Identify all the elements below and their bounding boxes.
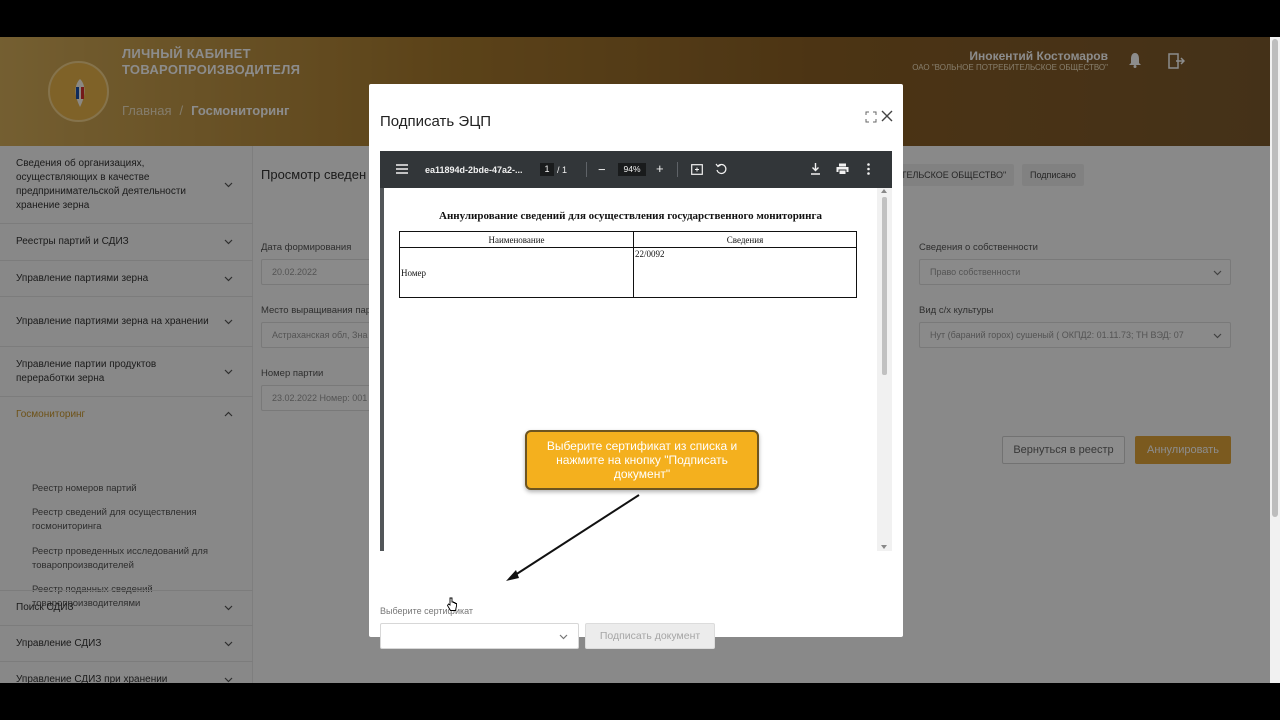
print-icon[interactable] (836, 163, 849, 175)
pdf-viewer[interactable]: ea11894d-2bde-47a2-... 1 / 1 − 94% + Анн… (380, 151, 892, 551)
sign-modal: Подписать ЭЦП ea11894d-2bde-47a2-... 1 /… (369, 84, 903, 649)
sign-document-button[interactable]: Подписать документ (585, 623, 715, 649)
zoom-out-button[interactable]: − (598, 162, 606, 177)
page-scroll-thumb[interactable] (1272, 39, 1278, 517)
page-scrollbar[interactable] (1270, 37, 1280, 683)
close-icon[interactable] (881, 110, 893, 122)
table-cell-label: Номер (399, 247, 634, 298)
table-header-row: Наименование Сведения (399, 231, 857, 248)
page-number-input[interactable]: 1 (540, 163, 554, 176)
chevron-down-icon (559, 634, 568, 640)
page-total: / 1 (557, 165, 568, 175)
pdf-filename: ea11894d-2bde-47a2-... (425, 165, 523, 175)
scroll-thumb[interactable] (882, 197, 887, 375)
certificate-label: Выберите сертификат (380, 606, 474, 616)
scroll-up-arrow-icon[interactable] (881, 189, 887, 193)
certificate-select[interactable] (380, 623, 579, 649)
toolbar-divider (677, 162, 678, 177)
toolbar-divider (586, 162, 587, 177)
rotate-icon[interactable] (715, 163, 727, 175)
zoom-in-button[interactable]: + (656, 161, 664, 176)
menu-icon[interactable] (396, 164, 408, 174)
expand-icon[interactable] (865, 111, 877, 123)
pdf-document-title: Аннулирование сведений для осуществления… (439, 210, 822, 222)
pdf-scrollbar[interactable] (877, 188, 892, 551)
hand-cursor-icon (446, 597, 457, 611)
zoom-input[interactable]: 94% (618, 163, 646, 176)
instruction-callout: Выберите сертификат из списка и нажмите … (525, 430, 759, 490)
download-icon[interactable] (810, 163, 821, 175)
table-header-value: Сведения (633, 231, 857, 248)
pdf-table: Наименование Сведения Номер 22/0092 (399, 231, 857, 298)
pdf-toolbar: ea11894d-2bde-47a2-... 1 / 1 − 94% + (380, 151, 892, 188)
modal-title: Подписать ЭЦП (380, 113, 492, 130)
app-screen: ЛИЧНЫЙ КАБИНЕТ ТОВАРОПРОИЗВОДИТЕЛЯ Главн… (0, 37, 1270, 683)
fit-page-icon[interactable] (691, 164, 703, 175)
table-cell-value: 22/0092 (633, 247, 857, 298)
table-header-name: Наименование (399, 231, 634, 248)
pdf-page: Аннулирование сведений для осуществления… (384, 188, 877, 551)
table-row: Номер 22/0092 (399, 247, 857, 298)
more-options-icon[interactable] (867, 163, 870, 175)
scroll-down-arrow-icon[interactable] (881, 545, 887, 549)
